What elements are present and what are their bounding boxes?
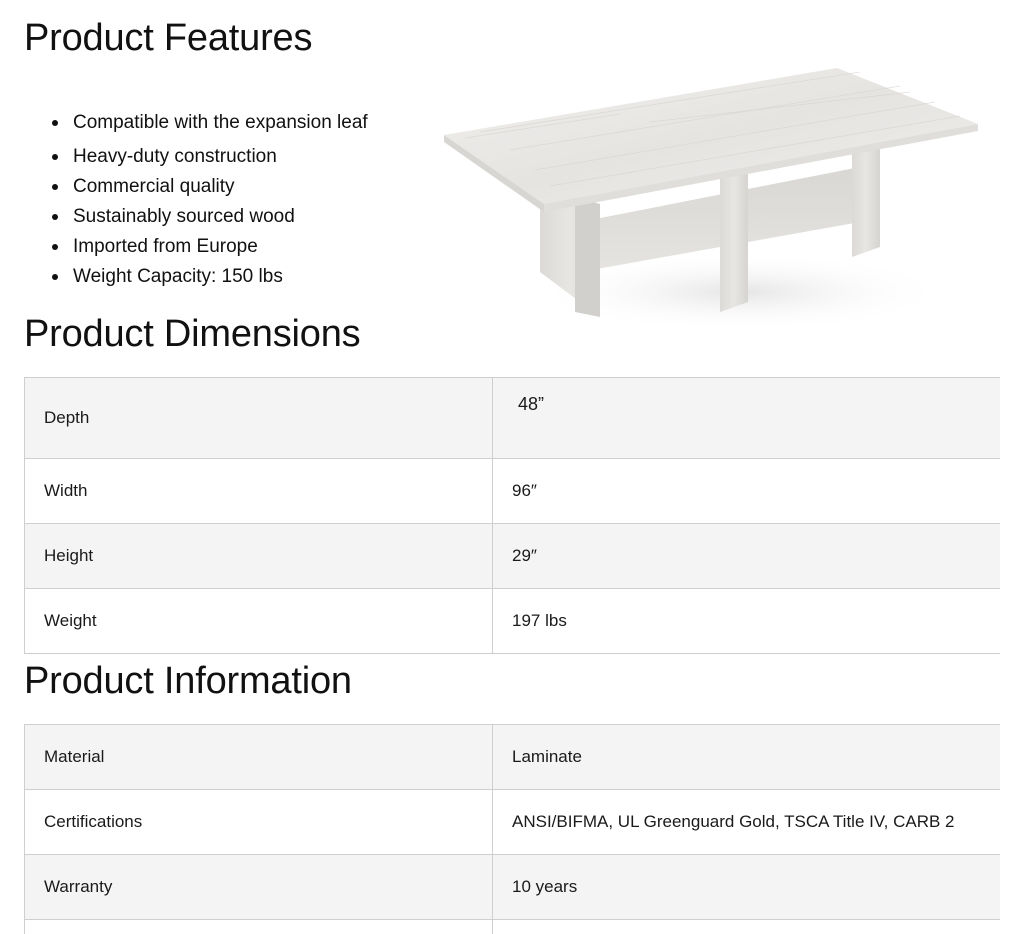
dimension-label: Height bbox=[24, 523, 493, 589]
table-row: Width 96″ bbox=[24, 458, 1000, 524]
information-value-empty bbox=[492, 919, 1000, 934]
list-item: Weight Capacity: 150 lbs bbox=[52, 262, 368, 292]
tabletop bbox=[444, 68, 978, 204]
table-leg-middle bbox=[720, 168, 748, 312]
feature-text: Weight Capacity: 150 lbs bbox=[73, 266, 283, 287]
table-row: Depth 48” bbox=[24, 377, 1000, 459]
feature-text: Sustainably sourced wood bbox=[73, 206, 295, 227]
information-label-empty bbox=[24, 919, 493, 934]
bullet-icon bbox=[52, 214, 58, 220]
information-label: Certifications bbox=[24, 789, 493, 855]
bullet-icon bbox=[52, 120, 58, 126]
dimension-label: Width bbox=[24, 458, 493, 524]
table-row: Material Laminate bbox=[24, 724, 1000, 790]
dimension-value: 48” bbox=[492, 377, 1000, 459]
dimension-value: 197 lbs bbox=[492, 588, 1000, 654]
dimension-label: Weight bbox=[24, 588, 493, 654]
information-table: Material Laminate Certifications ANSI/BI… bbox=[24, 724, 1000, 934]
features-heading: Product Features bbox=[24, 17, 313, 59]
table-row-partial bbox=[24, 919, 1000, 934]
dimension-label: Depth bbox=[24, 377, 493, 459]
feature-text: Commercial quality bbox=[73, 176, 235, 197]
list-item: Imported from Europe bbox=[52, 232, 368, 262]
feature-text: Compatible with the expansion leaf bbox=[73, 112, 368, 133]
table-row: Weight 197 lbs bbox=[24, 588, 1000, 654]
features-list: Compatible with the expansion leaf Heavy… bbox=[52, 108, 368, 292]
table-leg-front-side bbox=[575, 197, 600, 317]
feature-text: Heavy-duty construction bbox=[73, 146, 277, 167]
dimension-value: 96″ bbox=[492, 458, 1000, 524]
bullet-icon bbox=[52, 244, 58, 250]
bullet-icon bbox=[52, 184, 58, 190]
dimensions-heading: Product Dimensions bbox=[24, 313, 361, 355]
list-item: Commercial quality bbox=[52, 172, 368, 202]
list-item: Heavy-duty construction bbox=[52, 142, 368, 172]
information-label: Warranty bbox=[24, 854, 493, 920]
bullet-icon bbox=[52, 154, 58, 160]
conference-table-image bbox=[444, 68, 978, 332]
information-value: 10 years bbox=[492, 854, 1000, 920]
table-row: Height 29″ bbox=[24, 523, 1000, 589]
bullet-icon bbox=[52, 274, 58, 280]
dimension-value: 29″ bbox=[492, 523, 1000, 589]
dimensions-table: Depth 48” Width 96″ Height 29″ Weight 19… bbox=[24, 377, 1000, 654]
information-value: Laminate bbox=[492, 724, 1000, 790]
list-item: Sustainably sourced wood bbox=[52, 202, 368, 232]
feature-text: Imported from Europe bbox=[73, 236, 258, 257]
information-value: ANSI/BIFMA, UL Greenguard Gold, TSCA Tit… bbox=[492, 789, 1000, 855]
table-leg-back bbox=[852, 142, 880, 257]
list-item: Compatible with the expansion leaf bbox=[52, 108, 368, 138]
table-row: Certifications ANSI/BIFMA, UL Greenguard… bbox=[24, 789, 1000, 855]
table-row: Warranty 10 years bbox=[24, 854, 1000, 920]
information-heading: Product Information bbox=[24, 660, 352, 702]
information-label: Material bbox=[24, 724, 493, 790]
